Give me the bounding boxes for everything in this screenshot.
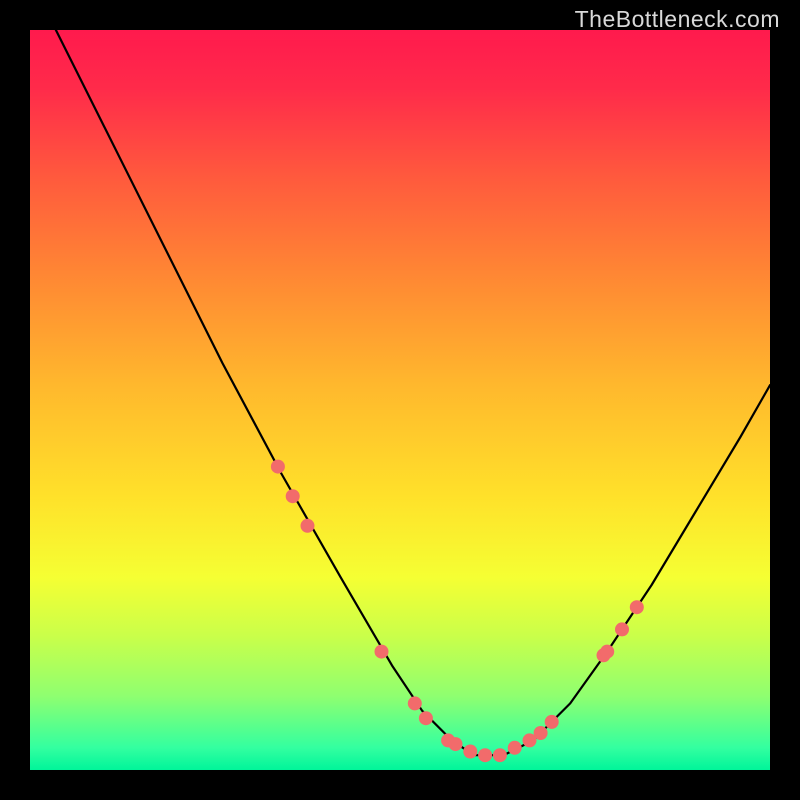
curve-marker	[449, 737, 463, 751]
curve-marker	[615, 622, 629, 636]
curve-marker	[408, 696, 422, 710]
curve-marker	[419, 711, 433, 725]
curve-marker	[534, 726, 548, 740]
curve-markers	[271, 460, 644, 763]
curve-marker	[545, 715, 559, 729]
curve-marker	[463, 745, 477, 759]
plot-area	[30, 30, 770, 770]
curve-marker	[478, 748, 492, 762]
curve-marker	[301, 519, 315, 533]
curve-svg	[30, 30, 770, 770]
curve-marker	[375, 645, 389, 659]
watermark: TheBottleneck.com	[575, 6, 780, 33]
curve-marker	[493, 748, 507, 762]
curve-marker	[286, 489, 300, 503]
curve-marker	[508, 741, 522, 755]
bottleneck-curve	[52, 23, 770, 756]
curve-marker	[271, 460, 285, 474]
curve-marker	[600, 645, 614, 659]
chart-frame: TheBottleneck.com	[0, 0, 800, 800]
curve-marker	[630, 600, 644, 614]
